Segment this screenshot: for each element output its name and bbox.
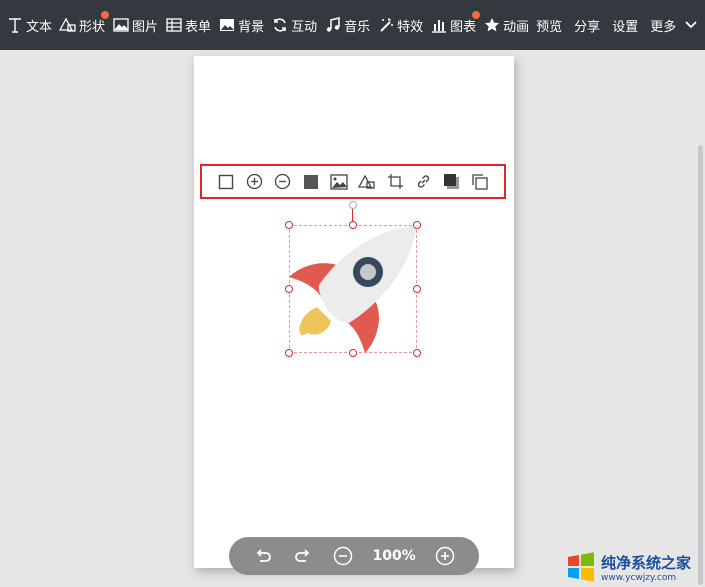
copy-icon[interactable] xyxy=(470,172,490,192)
toolbar-background[interactable]: 背景 xyxy=(218,0,264,50)
fill-icon[interactable] xyxy=(301,172,321,192)
rotate-handle[interactable] xyxy=(349,201,357,209)
selection-box xyxy=(289,225,417,353)
toolbar-form[interactable]: 表单 xyxy=(165,0,211,50)
crop-icon[interactable] xyxy=(385,172,405,192)
chevron-down-icon xyxy=(682,16,700,34)
toolbar-interact-label: 互动 xyxy=(291,19,318,35)
toolbar-shape-label: 形状 xyxy=(79,19,106,35)
settings-button[interactable]: 设置 xyxy=(612,0,638,50)
resize-handle-right[interactable] xyxy=(413,285,421,293)
resize-handle-left[interactable] xyxy=(285,285,293,293)
preview-label: 预览 xyxy=(536,19,563,35)
new-badge xyxy=(472,11,481,19)
watermark-url: www.ycwjzy.com xyxy=(601,572,677,583)
toolbar-chart[interactable]: 图表 xyxy=(430,0,481,50)
interact-icon xyxy=(271,16,289,34)
resize-handle-top-left[interactable] xyxy=(285,221,293,229)
image-replace-icon[interactable] xyxy=(329,172,349,192)
toolbar-music-label: 音乐 xyxy=(344,19,371,35)
toolbar-effects-label: 特效 xyxy=(397,19,424,35)
select-frame-icon[interactable] xyxy=(216,172,236,192)
image-icon xyxy=(112,16,130,34)
redo-icon[interactable] xyxy=(292,545,314,567)
effects-icon xyxy=(377,16,395,34)
chart-icon xyxy=(430,16,448,34)
windows-logo-icon xyxy=(568,552,594,582)
undo-icon[interactable] xyxy=(252,545,274,567)
toolbar-effects[interactable]: 特效 xyxy=(377,0,423,50)
toolbar-text-label: 文本 xyxy=(26,19,53,35)
zoom-out-button[interactable] xyxy=(332,545,354,567)
toolbar-background-label: 背景 xyxy=(238,19,265,35)
toolbar-animation-label: 动画 xyxy=(503,19,530,35)
zoom-in-button[interactable] xyxy=(434,545,456,567)
toolbar-image[interactable]: 图片 xyxy=(112,0,158,50)
zoom-in-icon[interactable] xyxy=(244,172,264,192)
more-label: 更多 xyxy=(650,19,677,35)
toolbar-chart-label: 图表 xyxy=(450,19,477,35)
text-icon xyxy=(6,16,24,34)
watermark-logo: 纯净系统之家 www.ycwjzy.com xyxy=(565,548,705,586)
toolbar-animation[interactable]: 动画 xyxy=(483,0,529,50)
music-icon xyxy=(324,16,342,34)
top-toolbar: 文本 形状 图片 表单 背景 互动 音乐 特效 图表 动画 预览 分享 设置 更… xyxy=(0,0,705,50)
background-icon xyxy=(218,16,236,34)
new-badge xyxy=(101,11,110,19)
toolbar-music[interactable]: 音乐 xyxy=(324,0,370,50)
resize-handle-bottom[interactable] xyxy=(349,349,357,357)
resize-handle-bottom-left[interactable] xyxy=(285,349,293,357)
settings-label: 设置 xyxy=(612,19,639,35)
zoom-out-icon[interactable] xyxy=(272,172,292,192)
shadow-icon[interactable] xyxy=(442,172,462,192)
star-icon xyxy=(483,16,501,34)
toolbar-interact[interactable]: 互动 xyxy=(271,0,317,50)
vertical-scrollbar[interactable] xyxy=(698,145,703,585)
shape-mask-icon[interactable] xyxy=(357,172,377,192)
toolbar-shape[interactable]: 形状 xyxy=(59,0,110,50)
share-label: 分享 xyxy=(574,19,601,35)
resize-handle-bottom-right[interactable] xyxy=(413,349,421,357)
zoom-level: 100% xyxy=(372,548,416,564)
toolbar-form-label: 表单 xyxy=(185,19,212,35)
toolbar-image-label: 图片 xyxy=(132,19,159,35)
link-icon[interactable] xyxy=(413,172,433,192)
toolbar-text[interactable]: 文本 xyxy=(6,0,52,50)
element-toolbar xyxy=(200,164,506,199)
shape-icon xyxy=(59,16,77,34)
form-icon xyxy=(165,16,183,34)
share-button[interactable]: 分享 xyxy=(574,0,600,50)
more-button[interactable]: 更多 xyxy=(650,0,702,50)
resize-handle-top-right[interactable] xyxy=(413,221,421,229)
watermark-title: 纯净系统之家 xyxy=(601,553,692,572)
preview-button[interactable]: 预览 xyxy=(536,0,562,50)
zoom-bar: 100% xyxy=(229,537,479,575)
resize-handle-top[interactable] xyxy=(349,221,357,229)
